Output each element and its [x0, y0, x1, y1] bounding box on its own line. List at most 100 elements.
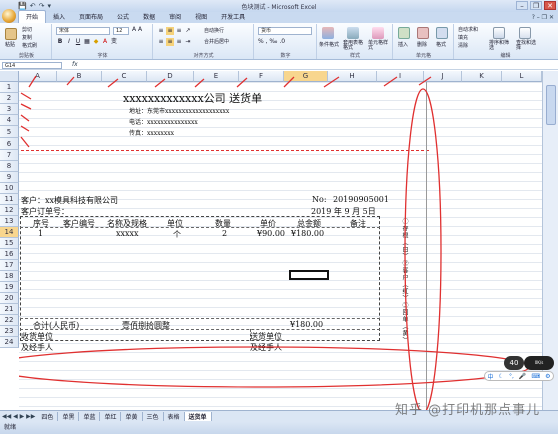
tab-review[interactable]: 审阅 — [162, 11, 188, 23]
cut-button[interactable]: 剪切 — [22, 26, 32, 33]
indent-icon[interactable]: ⇥ — [184, 38, 192, 46]
fill-color-icon[interactable]: ◆ — [92, 38, 100, 46]
sheet-tab-single-blue[interactable]: 单蓝 — [79, 412, 101, 421]
conditional-format-icon[interactable] — [322, 27, 334, 39]
row-header-14[interactable]: 14 — [0, 227, 19, 238]
mic-icon[interactable]: 🎤 — [519, 373, 526, 380]
table-format-icon[interactable] — [347, 27, 359, 39]
fill-button[interactable]: 填充 — [458, 34, 468, 41]
sort-filter-icon[interactable] — [493, 27, 505, 39]
format-painter-button[interactable]: 格式刷 — [22, 42, 37, 49]
delete-button[interactable]: 删除 — [417, 41, 427, 48]
moon-icon[interactable]: ☾ — [499, 373, 504, 380]
row-header-17[interactable]: 17 — [0, 260, 19, 271]
align-left-icon[interactable]: ≡ — [157, 38, 165, 46]
fx-icon[interactable]: fx — [72, 61, 78, 68]
save-icon[interactable]: 💾 — [18, 2, 27, 10]
row-header-2[interactable]: 2 — [0, 93, 19, 104]
tab-page-layout[interactable]: 页面布局 — [72, 11, 110, 23]
conditional-format-button[interactable]: 条件格式 — [319, 41, 339, 48]
row-header-16[interactable]: 16 — [0, 249, 19, 260]
keyboard-icon[interactable]: ⌨ — [531, 373, 540, 380]
font-size-combo[interactable]: 12 — [113, 27, 129, 35]
font-name-combo[interactable]: 宋体 — [56, 27, 110, 35]
italic-icon[interactable]: I — [65, 38, 73, 46]
cell-style-button[interactable]: 单元格样式 — [368, 41, 390, 51]
sheet-tab-single-black[interactable]: 单黑 — [58, 412, 80, 421]
border-icon[interactable]: ▦ — [83, 38, 91, 46]
font-color-icon[interactable]: A — [101, 38, 109, 46]
sheet-tab-table[interactable]: 表格 — [164, 412, 185, 421]
tab-data[interactable]: 数据 — [136, 11, 162, 23]
row-header-23[interactable]: 23 — [0, 326, 19, 337]
autosum-button[interactable]: 自动求和 — [458, 26, 478, 33]
ime-mode-label[interactable]: 中 — [488, 372, 494, 381]
row-header-10[interactable]: 10 — [0, 183, 19, 194]
tab-view[interactable]: 视图 — [188, 11, 214, 23]
orientation-icon[interactable]: ↗ — [184, 27, 192, 35]
sheet-tab-three-color[interactable]: 三色 — [143, 412, 164, 421]
punctuation-icon[interactable]: °, — [509, 373, 514, 380]
row-header-8[interactable]: 8 — [0, 161, 19, 172]
align-center-icon[interactable]: ≡ — [166, 38, 174, 46]
maximize-button[interactable]: ❐ — [530, 1, 542, 10]
tab-developer[interactable]: 开发工具 — [214, 11, 252, 23]
align-right-icon[interactable]: ≡ — [175, 38, 183, 46]
row-header-3[interactable]: 3 — [0, 104, 19, 115]
format-button[interactable]: 格式 — [436, 41, 446, 48]
number-format-buttons[interactable]: % , ‰ .0 — [258, 38, 285, 45]
sheet-tab-four-color[interactable]: 四色 — [37, 412, 59, 421]
row-header-20[interactable]: 20 — [0, 293, 19, 304]
insert-button[interactable]: 插入 — [398, 41, 408, 48]
delete-cells-icon[interactable] — [417, 27, 429, 39]
align-middle-icon[interactable]: ≡ — [166, 27, 174, 35]
select-all-corner[interactable] — [0, 71, 19, 82]
underline-icon[interactable]: U — [74, 38, 82, 46]
row-header-22[interactable]: 22 — [0, 315, 19, 326]
undo-icon[interactable]: ↶ — [30, 2, 36, 10]
row-header-9[interactable]: 9 — [0, 172, 19, 183]
phonetic-icon[interactable]: 变 — [110, 38, 118, 46]
row-header-6[interactable]: 6 — [0, 138, 19, 150]
clear-button[interactable]: 清除 — [458, 42, 468, 49]
name-box[interactable]: G14 — [2, 62, 62, 69]
row-header-4[interactable]: 4 — [0, 115, 19, 126]
tab-insert[interactable]: 插入 — [46, 11, 72, 23]
insert-cells-icon[interactable] — [398, 27, 410, 39]
wrap-text-button[interactable]: 自动换行 — [204, 27, 224, 34]
find-select-icon[interactable] — [519, 27, 531, 39]
tab-home[interactable]: 开始 — [18, 10, 47, 23]
number-format-combo[interactable]: 货币 — [258, 27, 312, 35]
paste-icon[interactable] — [5, 28, 17, 40]
minimize-button[interactable]: – — [516, 1, 528, 10]
customize-qat-icon[interactable]: ▾ — [47, 2, 51, 10]
office-button[interactable] — [2, 9, 16, 23]
row-header-12[interactable]: 12 — [0, 205, 19, 216]
align-bottom-icon[interactable]: ≡ — [175, 27, 183, 35]
copy-button[interactable]: 复制 — [22, 34, 32, 41]
cell-grid[interactable]: xxxxxxxxxxxxx公司 送货单 地址：东莞市xxxxxxxxxxxxxx… — [19, 75, 542, 410]
sheet-tab-single-red[interactable]: 单红 — [100, 412, 122, 421]
row-header-5[interactable]: 5 — [0, 126, 19, 138]
row-header-18[interactable]: 18 — [0, 271, 19, 282]
find-select-button[interactable]: 查找和选择 — [516, 41, 538, 51]
row-header-7[interactable]: 7 — [0, 150, 19, 161]
sheet-nav-icon[interactable]: ◀◀ ◀ ▶ ▶▶ — [0, 413, 37, 420]
sheet-tab-delivery[interactable]: 送货单 — [184, 412, 212, 421]
row-header-21[interactable]: 21 — [0, 304, 19, 315]
align-top-icon[interactable]: ≡ — [157, 27, 165, 35]
sheet-tab-single-yellow[interactable]: 单黄 — [121, 412, 143, 421]
row-header-1[interactable]: 1 — [0, 82, 19, 93]
format-cells-icon[interactable] — [436, 27, 448, 39]
vertical-scroll-thumb[interactable] — [546, 85, 556, 125]
merge-center-button[interactable]: 合并后居中 — [204, 38, 229, 45]
row-header-15[interactable]: 15 — [0, 238, 19, 249]
row-header-11[interactable]: 11 — [0, 194, 19, 205]
tab-formulas[interactable]: 公式 — [110, 11, 136, 23]
ime-toolbar[interactable]: 中 ☾ °, 🎤 ⌨ ⚙ — [484, 371, 554, 381]
close-button[interactable]: ✕ — [544, 1, 556, 10]
table-format-button[interactable]: 套用表格格式 — [343, 41, 365, 51]
paste-button[interactable]: 粘贴 — [5, 41, 15, 48]
cell-style-icon[interactable] — [372, 27, 384, 39]
settings-icon[interactable]: ⚙ — [545, 373, 550, 380]
